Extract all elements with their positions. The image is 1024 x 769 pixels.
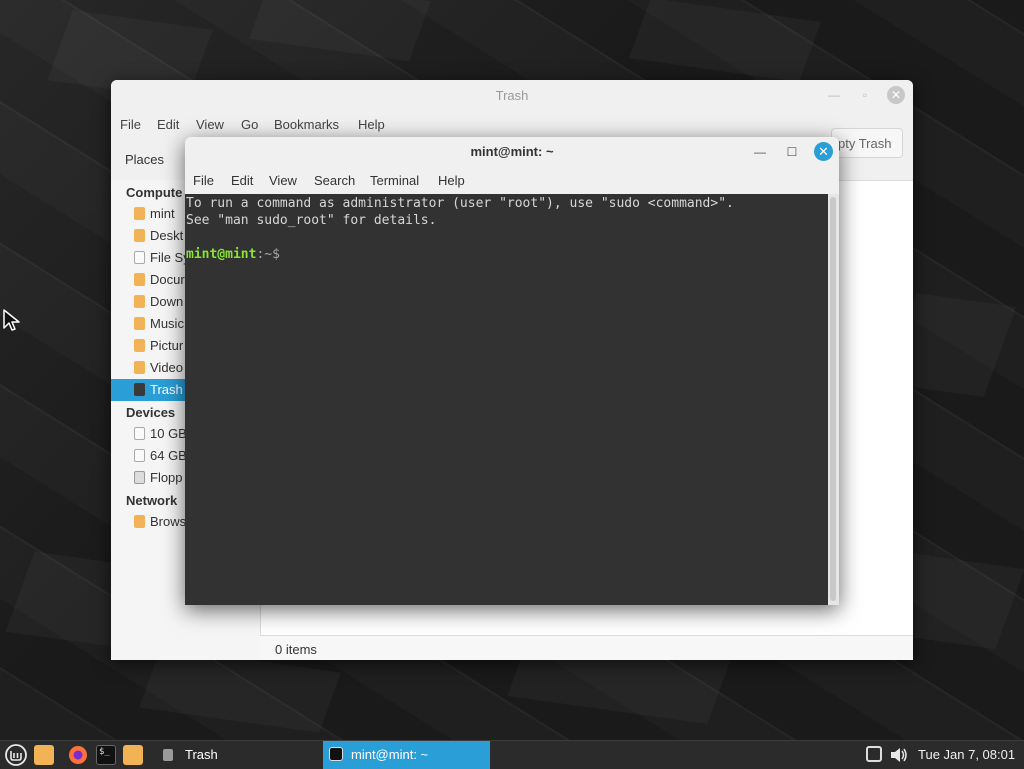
files-launcher-icon[interactable] <box>34 745 54 765</box>
sidebar-item-label: File Sy <box>150 250 190 265</box>
sidebar-item-label: Docur <box>150 272 185 287</box>
menu-help[interactable]: Help <box>438 173 465 188</box>
scrollbar-thumb[interactable] <box>830 197 836 601</box>
task-terminal[interactable]: mint@mint: ~ <box>323 741 490 769</box>
terminal-line: To run a command as administrator (user … <box>186 196 734 211</box>
volume-icon[interactable] <box>889 746 909 764</box>
task-label: Trash <box>185 747 218 762</box>
places-label[interactable]: Places <box>125 152 164 167</box>
menu-go[interactable]: Go <box>241 117 258 132</box>
menu-help[interactable]: Help <box>358 117 385 132</box>
file-manager-titlebar[interactable]: Trash — ▫ ✕ <box>111 80 913 110</box>
file-manager-menubar: File Edit View Go Bookmarks Help <box>111 110 913 138</box>
sidebar-item-label: Brows <box>150 514 187 529</box>
terminal-line: See "man sudo_root" for details. <box>186 213 437 228</box>
taskbar: $_ Trash mint@mint: ~ Tue Jan 7, 08:01 <box>0 740 1024 769</box>
terminal-scrollbar[interactable] <box>828 194 839 605</box>
network-folder-icon <box>134 515 145 528</box>
status-text: 0 items <box>275 642 317 657</box>
sidebar-item-label: Trash <box>150 382 183 397</box>
sidebar-item-label: mint <box>150 206 175 221</box>
home-folder-icon <box>134 207 145 220</box>
terminal-prompt: mint@mint:~$ <box>186 247 280 262</box>
downloads-folder-icon <box>134 295 145 308</box>
sidebar-item-label: Down <box>150 294 184 309</box>
menu-file[interactable]: File <box>120 117 141 132</box>
menu-view[interactable]: View <box>269 173 297 188</box>
prompt-path: :~$ <box>256 247 280 262</box>
prompt-user: mint@mint <box>186 247 257 262</box>
terminal-title[interactable]: mint@mint: ~ <box>185 144 839 159</box>
terminal-window: mint@mint: ~ — ☐ ✕ File Edit View Search… <box>185 137 839 605</box>
trash-icon <box>134 383 145 396</box>
minimize-icon[interactable]: — <box>751 143 769 161</box>
menu-edit[interactable]: Edit <box>231 173 253 188</box>
videos-folder-icon <box>134 361 145 374</box>
maximize-icon[interactable]: ▫ <box>856 86 874 104</box>
mouse-pointer-icon <box>3 309 20 331</box>
task-trash[interactable]: Trash <box>155 741 320 769</box>
menu-search[interactable]: Search <box>314 173 355 188</box>
home-folder-launcher-icon[interactable] <box>123 745 143 765</box>
close-icon[interactable]: ✕ <box>887 86 905 104</box>
file-manager-title: Trash <box>495 88 529 103</box>
firefox-launcher-icon[interactable] <box>68 745 88 765</box>
clock[interactable]: Tue Jan 7, 08:01 <box>918 747 1015 762</box>
sidebar-section-computer: Compute <box>126 185 183 200</box>
sidebar-item-label: 10 GB <box>150 426 187 441</box>
sidebar-item-label: Pictur <box>150 338 184 353</box>
sidebar-item-label: Flopp <box>150 470 183 485</box>
menu-edit[interactable]: Edit <box>157 117 179 132</box>
sidebar-item-label: Video <box>150 360 184 375</box>
drive-icon <box>134 427 145 440</box>
menu-view[interactable]: View <box>196 117 224 132</box>
minimize-icon[interactable]: — <box>825 86 843 104</box>
music-folder-icon <box>134 317 145 330</box>
sidebar-section-devices: Devices <box>126 405 176 420</box>
empty-trash-button[interactable]: pty Trash <box>831 128 903 158</box>
trash-icon <box>163 749 173 761</box>
menu-terminal[interactable]: Terminal <box>370 173 419 188</box>
pictures-folder-icon <box>134 339 145 352</box>
notifications-icon[interactable] <box>866 746 882 762</box>
menu-file[interactable]: File <box>193 173 214 188</box>
documents-folder-icon <box>134 273 145 286</box>
terminal-output[interactable]: To run a command as administrator (user … <box>185 194 828 605</box>
task-label: mint@mint: ~ <box>351 747 429 762</box>
filesystem-icon <box>134 251 145 264</box>
desktop-folder-icon <box>134 229 145 242</box>
floppy-icon <box>134 471 145 484</box>
drive-icon <box>134 449 145 462</box>
close-icon[interactable]: ✕ <box>814 142 833 161</box>
sidebar-item-label: Deskt <box>150 228 184 243</box>
sidebar-item-label: 64 GB <box>150 448 187 463</box>
menu-bookmarks[interactable]: Bookmarks <box>274 117 339 132</box>
maximize-icon[interactable]: ☐ <box>783 143 801 161</box>
terminal-icon <box>329 747 343 761</box>
sidebar-item-label: Music <box>150 316 184 331</box>
sidebar-section-network: Network <box>126 493 178 508</box>
status-bar: 0 items <box>260 635 913 660</box>
mint-menu-icon[interactable] <box>5 744 27 766</box>
terminal-launcher-icon[interactable]: $_ <box>96 745 116 765</box>
